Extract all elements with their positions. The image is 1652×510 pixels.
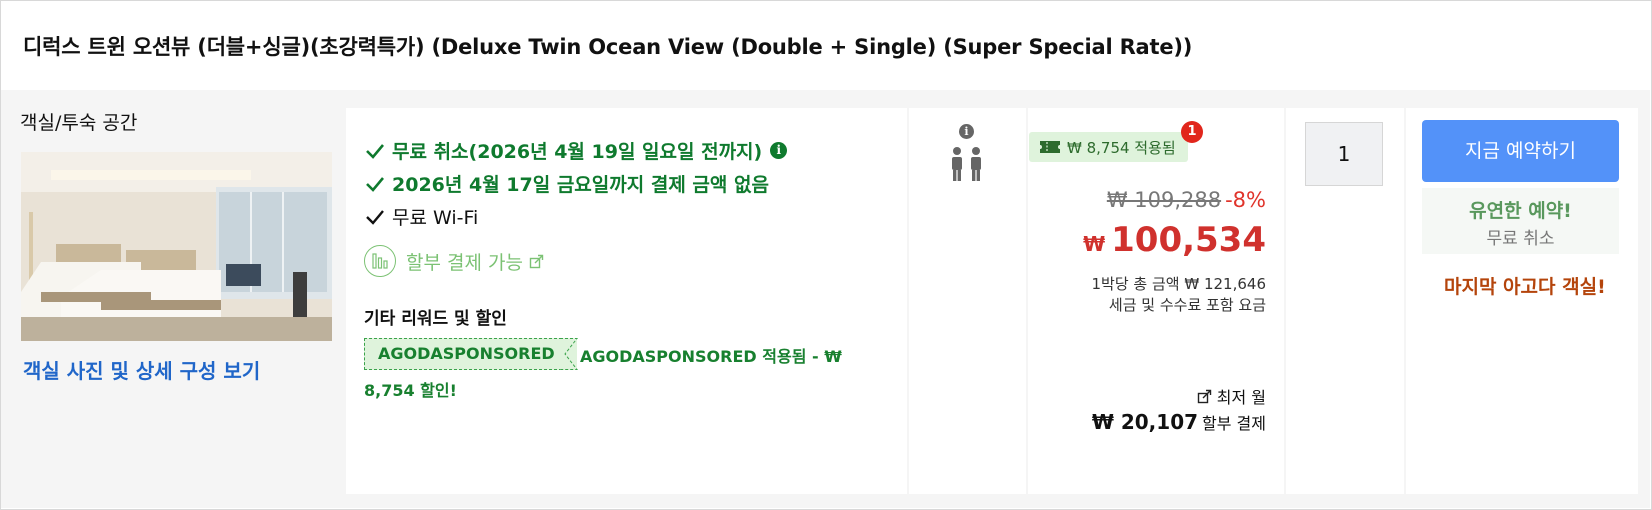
total-per-night-note: 1박당 총 금액 ₩ 121,646 xyxy=(1091,275,1266,293)
room-quantity-select[interactable]: 1 xyxy=(1305,122,1383,186)
original-price-value: ₩ 109,288 xyxy=(1106,188,1222,212)
quantity-column: 1 xyxy=(1286,108,1404,494)
monthly-suffix: 할부 결제 xyxy=(1202,414,1266,433)
free-cancellation-benefit: 무료 취소(2026년 4월 19일 일요일 전까지) i xyxy=(364,137,788,164)
flexible-booking-box: 유연한 예약! 무료 취소 xyxy=(1422,188,1619,254)
room-photos-link[interactable]: 객실 사진 및 상세 구성 보기 xyxy=(23,355,260,384)
book-now-button[interactable]: 지금 예약하기 xyxy=(1422,120,1619,182)
final-price: ₩100,534 xyxy=(1083,220,1266,260)
room-photo[interactable] xyxy=(21,152,332,341)
promo-applied-text: AGODASPONSORED 적용됨 - ₩ 8,754 할인! xyxy=(364,347,842,400)
check-icon xyxy=(366,176,384,192)
discount-percent: -8% xyxy=(1225,188,1266,212)
check-icon xyxy=(366,143,384,159)
currency-symbol: ₩ xyxy=(1083,232,1106,256)
monthly-amount: ₩ 20,107 xyxy=(1091,410,1199,434)
check-icon xyxy=(366,209,384,225)
installment-icon xyxy=(364,245,396,277)
two-guests-icon xyxy=(952,147,981,181)
wifi-text: 무료 Wi-Fi xyxy=(392,207,479,229)
wifi-benefit: 무료 Wi-Fi xyxy=(364,203,478,230)
tax-included-note: 세금 및 수수료 포함 요금 xyxy=(1108,296,1266,314)
external-link-icon xyxy=(1197,389,1211,403)
installment-text: 할부 결제 가능 xyxy=(406,251,523,274)
installment-benefit[interactable]: 할부 결제 가능 xyxy=(364,245,544,277)
booking-column: 지금 예약하기 유연한 예약! 무료 취소 마지막 아고다 객실! xyxy=(1406,108,1638,494)
rewards-title: 기타 리워드 및 할인 xyxy=(364,309,507,329)
monthly-label-text: 최저 월 xyxy=(1216,388,1266,407)
pay-later-text: 2026년 4월 17일 금요일까지 결제 금액 없음 xyxy=(392,174,769,196)
monthly-label[interactable]: 최저 월 xyxy=(1197,384,1266,408)
info-icon[interactable]: i xyxy=(959,124,974,139)
final-price-value: 100,534 xyxy=(1111,220,1266,260)
original-price: ₩ 109,288 -8% xyxy=(1107,188,1266,212)
monthly-installment: ₩ 20,107 할부 결제 xyxy=(1092,410,1266,434)
coupon-applied-badge: ₩ 8,754 적용됨 xyxy=(1029,132,1188,162)
occupancy-column: i xyxy=(909,108,1026,494)
flexible-booking-title: 유연한 예약! xyxy=(1469,200,1572,222)
free-cancellation-text: 무료 취소(2026년 4월 19일 일요일 전까지) xyxy=(392,141,763,163)
room-space-label: 객실/투숙 공간 xyxy=(20,112,138,134)
room-offer-body: 객실/투숙 공간 객실 사진 및 상세 구성 보기 무료 취소(2026년 4월… xyxy=(1,90,1650,508)
price-column: ₩ 8,754 적용됨 1 ₩ 109,288 -8% ₩100,534 1박당 … xyxy=(1028,108,1284,494)
coupon-ticket-icon xyxy=(1040,141,1060,153)
flexible-booking-subtitle: 무료 취소 xyxy=(1486,229,1555,249)
room-column: 객실/투숙 공간 객실 사진 및 상세 구성 보기 xyxy=(1,90,347,508)
external-link-icon xyxy=(529,254,544,268)
coupon-text: ₩ 8,754 적용됨 xyxy=(1067,138,1176,157)
room-title: 디럭스 트윈 오션뷰 (더블+싱글)(초강력특가) (Deluxe Twin O… xyxy=(23,35,1193,59)
pay-later-benefit: 2026년 4월 17일 금요일까지 결제 금액 없음 xyxy=(364,170,769,197)
info-icon[interactable]: i xyxy=(770,142,788,159)
room-title-bar: 디럭스 트윈 오션뷰 (더블+싱글)(초강력특가) (Deluxe Twin O… xyxy=(1,1,1650,89)
benefits-column: 무료 취소(2026년 4월 19일 일요일 전까지) i 2026년 4월 1… xyxy=(346,108,907,494)
last-room-urgency: 마지막 아고다 객실! xyxy=(1444,276,1606,298)
coupon-count-badge: 1 xyxy=(1181,121,1203,143)
